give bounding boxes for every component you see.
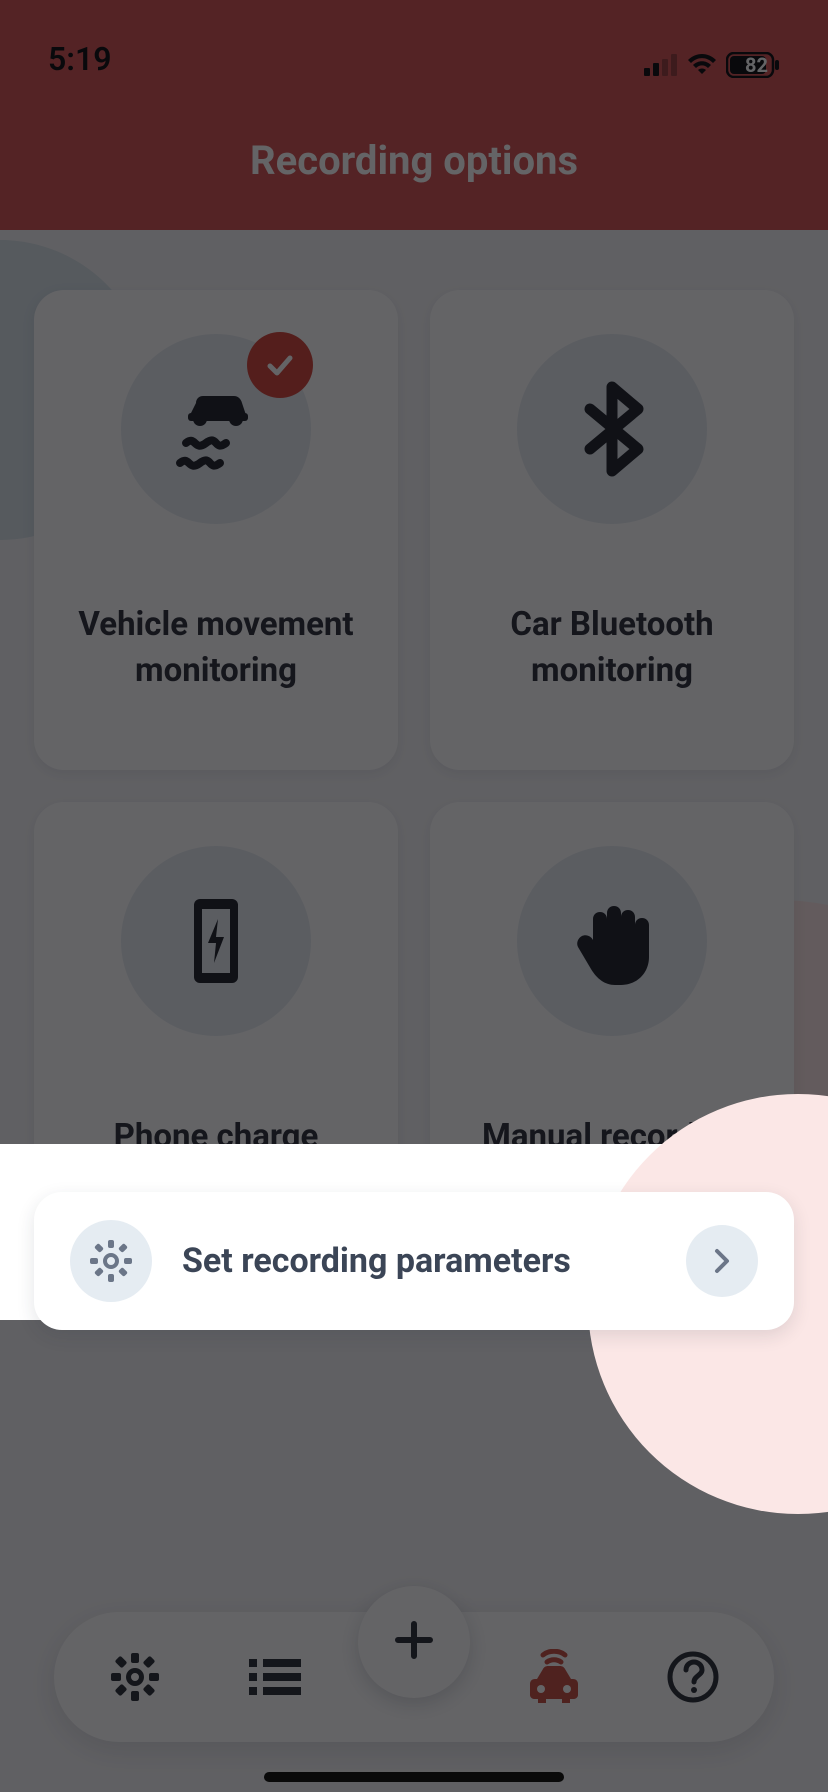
params-label: Set recording parameters [182,1241,656,1281]
page-title: Recording options [250,137,578,184]
nav-settings[interactable] [100,1642,170,1712]
status-indicators: 82 [644,52,780,78]
bluetooth-icon [517,334,707,524]
status-bar: 5:19 82 [0,0,828,90]
header: Recording options [0,90,828,230]
battery-level: 82 [745,53,768,77]
status-time: 5:19 [48,40,112,78]
fab-add[interactable] [358,1586,470,1698]
vehicle-skid-icon [121,334,311,524]
plus-icon [390,1616,438,1668]
gear-icon [70,1220,152,1302]
nav-list[interactable] [240,1642,310,1712]
help-icon [666,1650,720,1704]
car-signal-icon [525,1649,583,1705]
option-label: Car Bluetooth monitoring [450,602,774,693]
option-label: Vehicle movement monitoring [54,602,378,693]
list-icon [249,1657,301,1697]
set-recording-parameters[interactable]: Set recording parameters [34,1192,794,1330]
phone-charge-icon [121,846,311,1036]
wifi-icon [686,54,718,76]
chevron-right-icon [686,1225,758,1297]
nav-car[interactable] [519,1642,589,1712]
selected-check-icon [247,332,313,398]
home-indicator [264,1772,564,1782]
option-car-bluetooth[interactable]: Car Bluetooth monitoring [430,290,794,770]
nav-help[interactable] [658,1642,728,1712]
hand-icon [517,846,707,1036]
cellular-icon [644,54,678,76]
option-vehicle-movement[interactable]: Vehicle movement monitoring [34,290,398,770]
gear-icon [108,1650,162,1704]
battery-icon: 82 [726,52,780,78]
bottom-nav [54,1612,774,1742]
